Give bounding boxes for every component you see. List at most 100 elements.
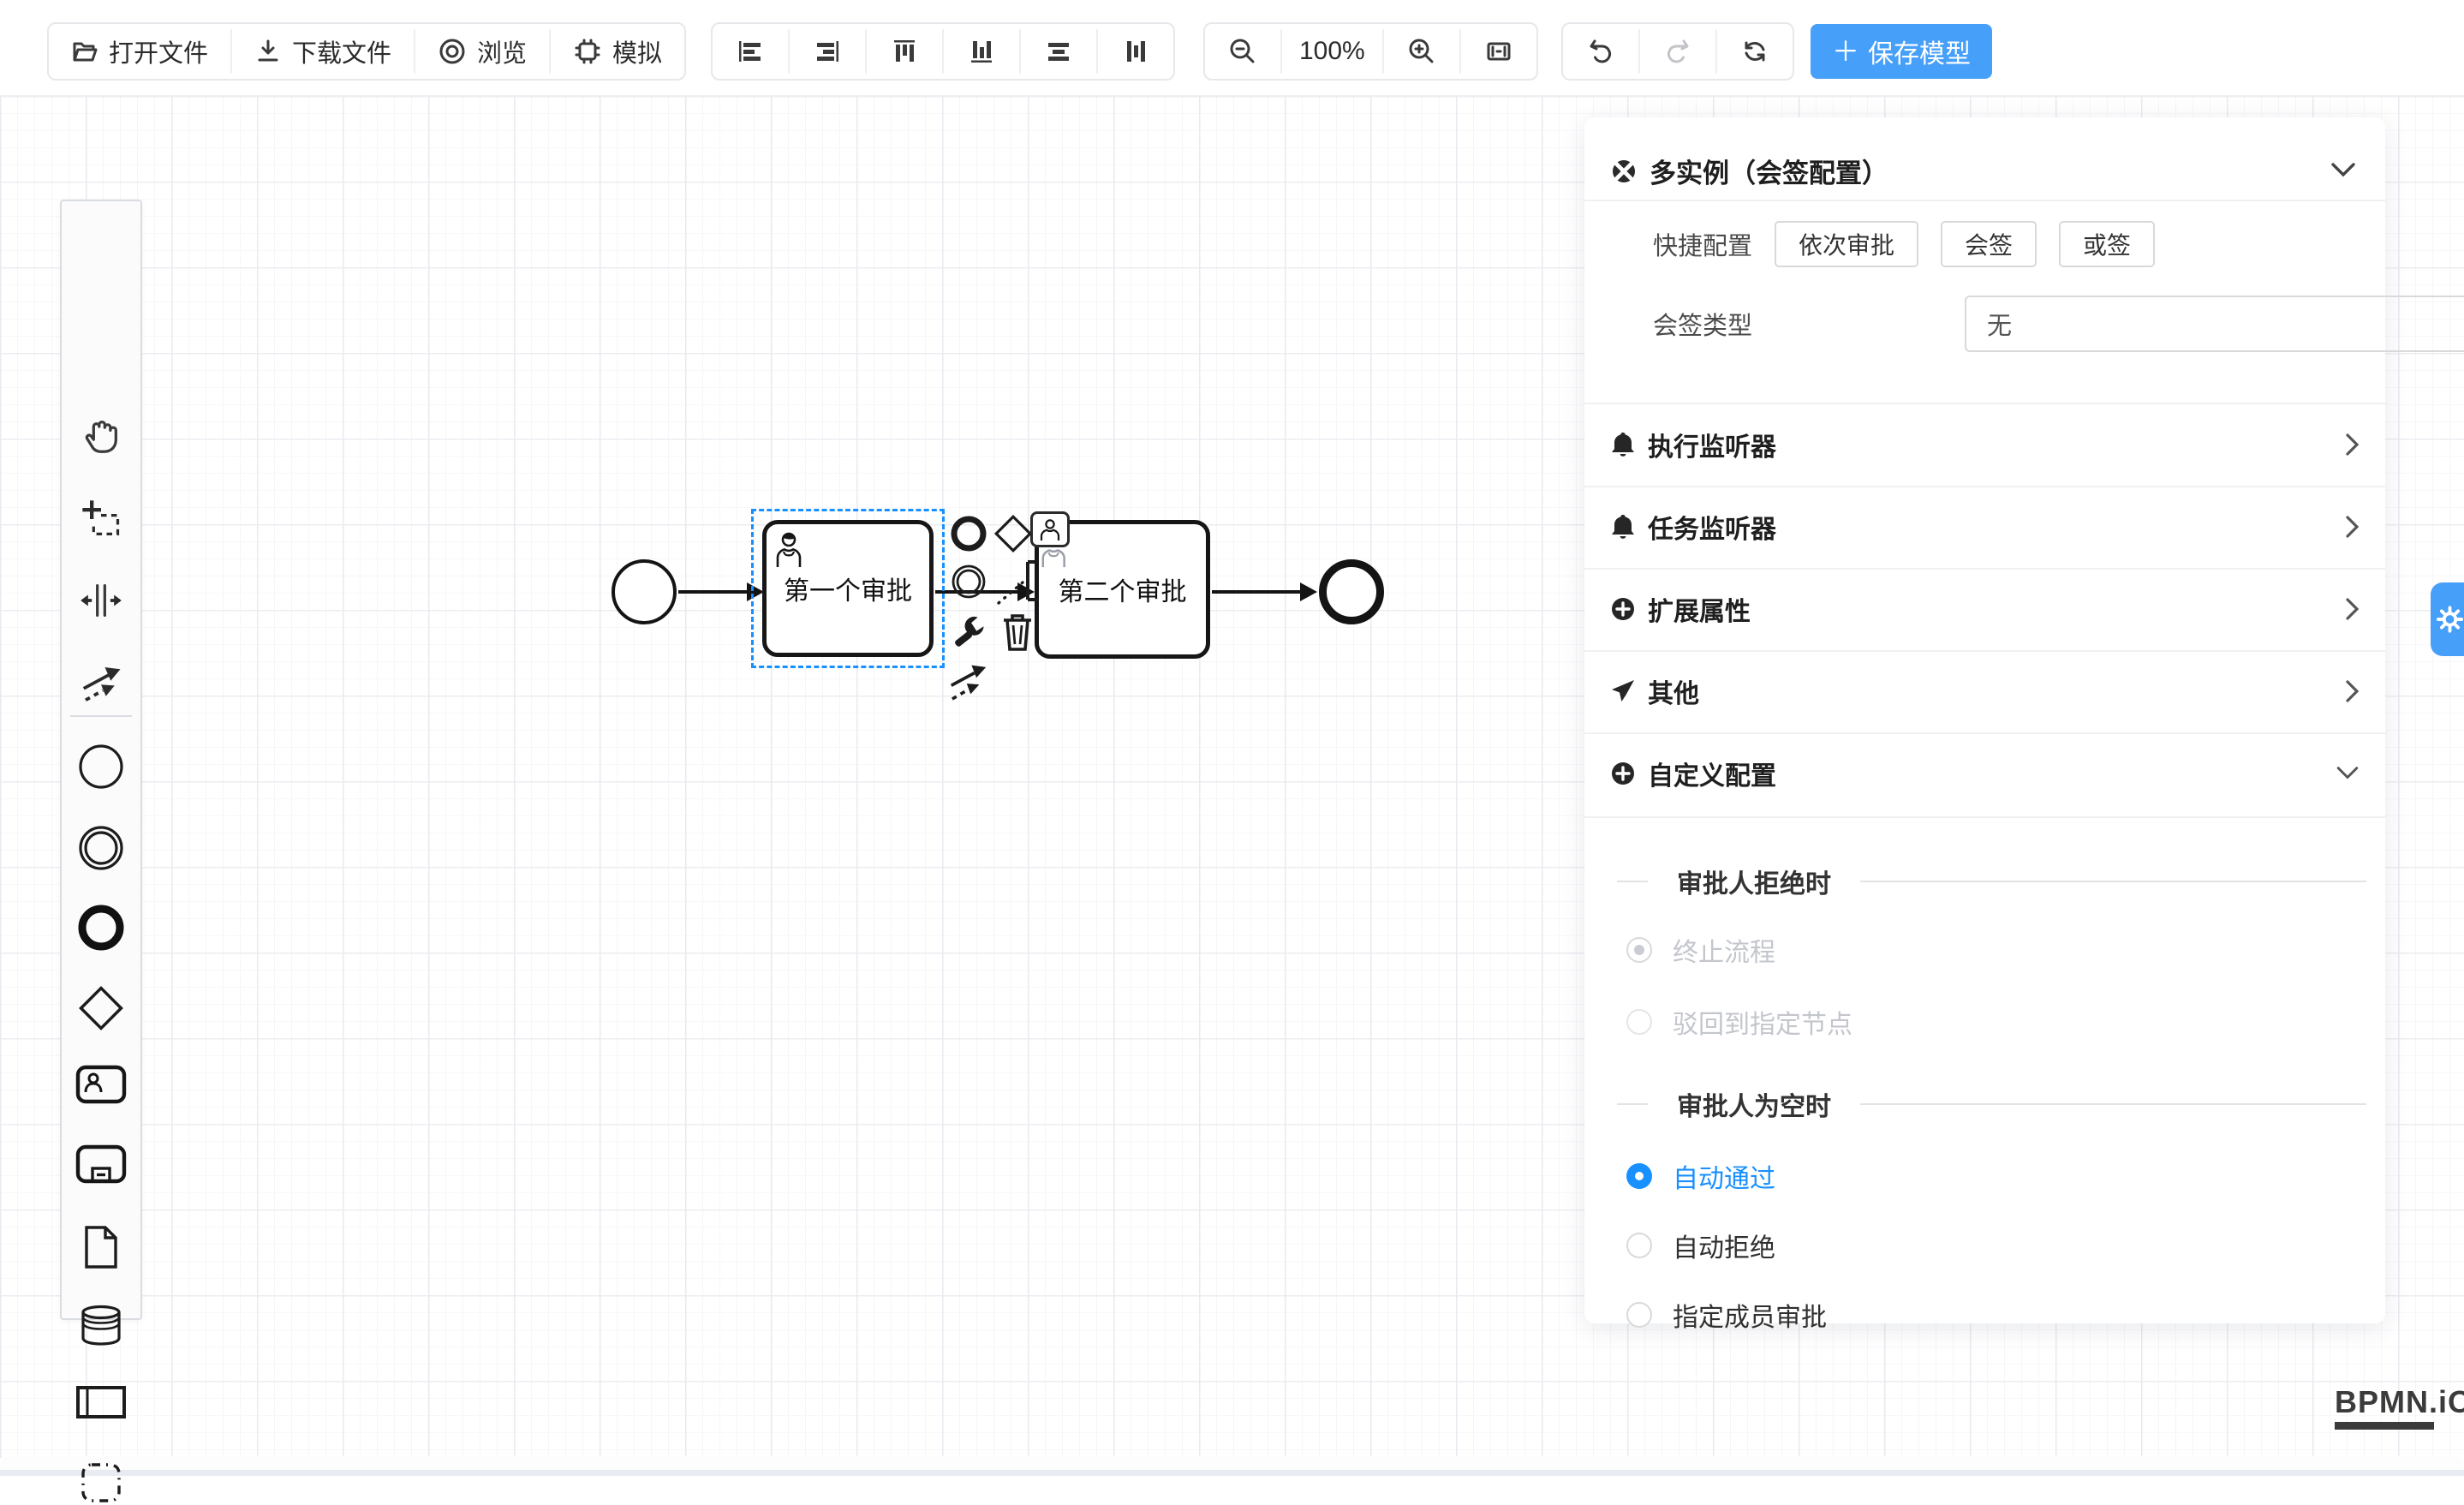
radio-icon: [1626, 1009, 1652, 1035]
create-user-task[interactable]: [62, 1065, 140, 1104]
start-event-icon: [77, 743, 125, 791]
multi-instance-icon: [1610, 158, 1638, 185]
change-type-button[interactable]: [951, 612, 990, 655]
space-tool[interactable]: [62, 578, 140, 623]
create-data-store[interactable]: [62, 1304, 140, 1347]
empty-section-title: 审批人为空时: [1677, 1085, 1831, 1123]
lasso-tool[interactable]: [62, 497, 140, 541]
connect-button[interactable]: [946, 660, 992, 712]
quick-option-countersign[interactable]: 会签: [1941, 221, 2037, 267]
create-data-object[interactable]: [62, 1224, 140, 1270]
download-icon: [254, 38, 282, 65]
task-label: 第二个审批: [1059, 570, 1187, 608]
end-event-icon: [949, 514, 988, 553]
divider: [1860, 881, 2366, 882]
append-text-annotation-button[interactable]: [993, 555, 1041, 612]
radio-auto-pass[interactable]: 自动通过: [1626, 1157, 1775, 1195]
download-file-button[interactable]: 下载文件: [232, 24, 414, 79]
fit-viewport-button[interactable]: [1461, 24, 1536, 79]
align-button-group: [711, 22, 1175, 81]
radio-return-to-node[interactable]: 驳回到指定节点: [1626, 1003, 1852, 1041]
append-user-task-button[interactable]: [1030, 511, 1070, 547]
bottom-scrollbar[interactable]: [0, 1470, 2464, 1476]
start-event[interactable]: [612, 559, 677, 624]
bpmn-io-logo[interactable]: BPMN.iO: [2335, 1384, 2464, 1430]
call-activity-icon: [75, 1144, 127, 1184]
radio-assign-member[interactable]: 指定成员审批: [1626, 1296, 1827, 1334]
create-group[interactable]: [62, 1460, 140, 1505]
download-file-label: 下载文件: [292, 33, 391, 69]
zoom-in-button[interactable]: [1384, 24, 1459, 79]
simulate-label: 模拟: [612, 33, 662, 69]
section-custom-config[interactable]: 自定义配置: [1584, 732, 2385, 815]
redo-button[interactable]: [1640, 24, 1715, 79]
panel-header[interactable]: 多实例（会签配置）: [1610, 152, 1888, 190]
divider: [1860, 1103, 2366, 1105]
quick-option-orsign[interactable]: 或签: [2059, 221, 2155, 267]
open-file-button[interactable]: 打开文件: [49, 24, 230, 79]
divider: [1617, 881, 1648, 882]
create-start-event[interactable]: [62, 743, 140, 791]
browse-button[interactable]: 浏览: [415, 24, 549, 79]
chevron-right-icon: [2345, 597, 2360, 621]
palette-separator: [70, 715, 132, 717]
bpmn-io-logo-underline: [2335, 1422, 2434, 1430]
append-gateway-button[interactable]: [992, 512, 1035, 559]
sequence-flow-3[interactable]: [1212, 590, 1302, 594]
align-bottom-button[interactable]: [944, 24, 1019, 79]
section-other[interactable]: 其他: [1584, 650, 2385, 732]
create-end-event[interactable]: [62, 904, 140, 952]
sequence-flow-1[interactable]: [678, 590, 749, 594]
create-intermediate-event[interactable]: [62, 824, 140, 872]
radio-terminate-process[interactable]: 终止流程: [1626, 931, 1775, 969]
zoom-in-icon: [1406, 36, 1437, 67]
hand-tool[interactable]: [62, 415, 140, 460]
quick-config-label: 快捷配置: [1584, 226, 1752, 262]
align-top-button[interactable]: [867, 24, 942, 79]
radio-label: 自动通过: [1673, 1157, 1775, 1195]
reject-section-title: 审批人拒绝时: [1677, 863, 1831, 900]
align-center-horizontal-button[interactable]: [1021, 24, 1096, 79]
fit-viewport-icon: [1483, 36, 1514, 67]
end-event[interactable]: [1319, 559, 1384, 624]
delete-button[interactable]: [999, 610, 1036, 657]
browse-icon: [438, 37, 467, 66]
zoom-out-button[interactable]: [1205, 24, 1280, 79]
section-execution-listener[interactable]: 执行监听器: [1584, 403, 2385, 486]
radio-icon: [1626, 937, 1652, 963]
bpmn-editor: 打开文件 下载文件 浏览 模拟: [0, 0, 2464, 1476]
global-connect-tool[interactable]: [62, 660, 140, 706]
append-end-event-button[interactable]: [949, 514, 988, 558]
wrench-icon: [951, 612, 990, 651]
text-annotation-icon: [993, 555, 1041, 608]
zoom-out-icon: [1227, 36, 1258, 67]
create-gateway[interactable]: [62, 983, 140, 1033]
selection-outline: [751, 509, 945, 668]
undo-button[interactable]: [1563, 24, 1638, 79]
data-store-icon: [78, 1304, 124, 1347]
send-icon: [1610, 678, 1636, 704]
reset-button[interactable]: [1717, 24, 1793, 79]
toolbar: 打开文件 下载文件 浏览 模拟: [0, 0, 2464, 96]
section-extended-properties[interactable]: 扩展属性: [1584, 568, 2385, 650]
sign-type-select[interactable]: 无: [1965, 296, 2464, 352]
section-task-listener[interactable]: 任务监听器: [1584, 486, 2385, 568]
append-intermediate-event-button[interactable]: [949, 562, 988, 606]
radio-label: 驳回到指定节点: [1673, 1003, 1852, 1041]
section-label: 自定义配置: [1648, 755, 1776, 792]
simulate-button[interactable]: 模拟: [551, 24, 684, 79]
align-left-button[interactable]: [713, 24, 788, 79]
browse-label: 浏览: [477, 33, 527, 69]
empty-section-title-row: 审批人为空时: [1617, 1085, 2366, 1123]
quick-option-sequential[interactable]: 依次审批: [1775, 221, 1918, 267]
align-right-button[interactable]: [790, 24, 865, 79]
chevron-down-icon[interactable]: [2330, 162, 2356, 179]
create-participant[interactable]: [62, 1385, 140, 1419]
radio-auto-reject[interactable]: 自动拒绝: [1626, 1227, 1775, 1264]
settings-tab[interactable]: [2431, 582, 2464, 656]
align-center-vertical-button[interactable]: [1098, 24, 1173, 79]
bell-icon: [1610, 513, 1636, 540]
radio-label: 指定成员审批: [1673, 1296, 1827, 1334]
create-call-activity[interactable]: [62, 1144, 140, 1184]
save-model-button[interactable]: ＋ 保存模型: [1811, 24, 1992, 79]
